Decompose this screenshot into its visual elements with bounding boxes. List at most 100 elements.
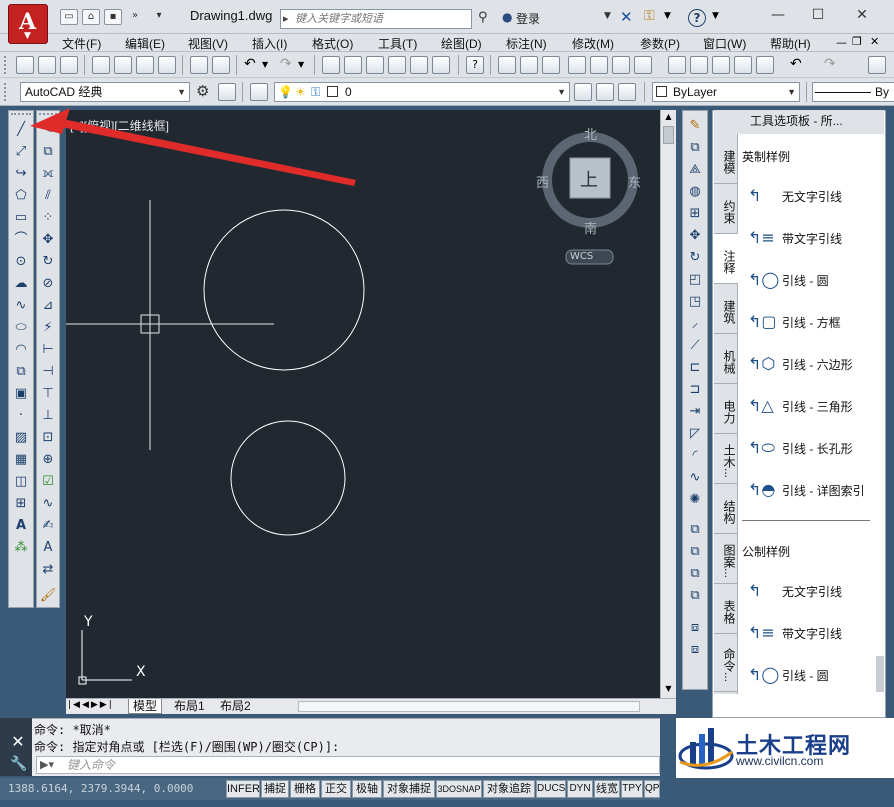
tab-layout2[interactable]: 布局2 xyxy=(216,699,255,714)
palette-item[interactable]: 带文字引线 xyxy=(782,230,842,247)
watermark-logo-icon xyxy=(678,728,734,770)
tab-navigation-arrows[interactable]: |◀◀▶▶| xyxy=(68,700,114,710)
explode-icon[interactable]: ✺ xyxy=(686,491,704,509)
palette-tab-structural[interactable]: 结构 xyxy=(714,484,738,534)
coordinate-readout[interactable]: 1388.6164, 2379.3944, 0.0000 xyxy=(8,782,193,795)
palette-item[interactable]: 引线 - 长孔形 xyxy=(782,440,853,457)
tab-model[interactable]: 模型 xyxy=(128,699,163,714)
offset-icon[interactable]: ◍ xyxy=(686,183,704,201)
arrow-shaft xyxy=(56,118,356,186)
right-toolbar: ✎ ⧉ ⟁ ◍ ⊞ ✥ ↻ ◰ ◳ ⸝ ⟋ ⊏ ⊐ ⇥ ◸ ◜ ∿ ✺ ⧉ ⧉ … xyxy=(682,110,708,690)
palette-tab-tables[interactable]: 表格 xyxy=(714,584,738,634)
leader-hexagon-icon: ↰⬡ xyxy=(748,354,776,373)
palette-section-header: 英制样例 xyxy=(742,150,791,164)
stretch-icon[interactable]: ◳ xyxy=(686,293,704,311)
extend-icon[interactable]: ⟋ xyxy=(686,337,704,355)
palette-tab-hatches[interactable]: 图案... xyxy=(714,534,738,584)
status-infer[interactable]: INFER xyxy=(226,780,260,798)
status-3dosnap[interactable]: 3DOSNAP xyxy=(436,780,482,798)
palette-item[interactable]: 引线 - 详图索引 xyxy=(782,482,865,499)
status-ducs[interactable]: DUCS xyxy=(536,780,566,798)
close-icon[interactable]: ✕ xyxy=(10,734,26,750)
status-lineweight[interactable]: 线宽 xyxy=(594,780,620,798)
leader-icon: ↰ xyxy=(748,186,762,205)
palette-item[interactable]: 无文字引线 xyxy=(782,188,842,205)
leader-text-icon: ↰≡ xyxy=(748,623,775,642)
status-ortho[interactable]: 正交 xyxy=(321,780,351,798)
mirror-icon[interactable]: ⟁ xyxy=(686,161,704,179)
arrow-head xyxy=(30,108,70,134)
break-icon[interactable]: ⊐ xyxy=(686,381,704,399)
palette-tab-commands[interactable]: 命令... xyxy=(714,634,738,692)
rotate-icon[interactable]: ↻ xyxy=(686,249,704,267)
tab-layout1[interactable]: 布局1 xyxy=(170,699,209,714)
blend-icon[interactable]: ∿ xyxy=(686,469,704,487)
leader-box-icon: ↰▢ xyxy=(748,312,777,331)
draworder-under-icon[interactable]: ⧉ xyxy=(686,587,704,605)
status-grid[interactable]: 栅格 xyxy=(290,780,320,798)
draworder-above-icon[interactable]: ⧉ xyxy=(686,565,704,583)
move-icon[interactable]: ✥ xyxy=(686,227,704,245)
layout-tabs-bar: |◀◀▶▶| 模型 布局1 布局2 xyxy=(66,698,676,714)
palette-item[interactable]: 引线 - 圆 xyxy=(782,272,829,289)
chamfer-icon[interactable]: ◸ xyxy=(686,425,704,443)
palette-tabs: 建模 约束 注释 建筑 机械 电力 土木... 结构 图案... 表格 命令..… xyxy=(714,134,738,694)
palette-tab-constraints[interactable]: 约束 xyxy=(714,184,738,234)
palette-item[interactable]: 引线 - 方框 xyxy=(782,314,841,331)
scale-icon[interactable]: ◰ xyxy=(686,271,704,289)
palette-item[interactable]: 引线 - 三角形 xyxy=(782,398,853,415)
status-snap[interactable]: 捕捉 xyxy=(261,780,289,798)
palette-tab-electrical[interactable]: 电力 xyxy=(714,384,738,434)
palette-tab-civil[interactable]: 土木... xyxy=(714,434,738,484)
palette-divider xyxy=(742,520,870,521)
leader-slot-icon: ↰⬭ xyxy=(748,438,776,457)
status-tpy[interactable]: TPY xyxy=(621,780,643,798)
wrench-icon[interactable]: 🔧 xyxy=(10,756,27,772)
palette-tab-annotation[interactable]: 注释 xyxy=(714,234,738,284)
vertical-scrollbar[interactable]: ▲ ▼ xyxy=(660,110,676,698)
palette-scroll-thumb[interactable] xyxy=(876,656,884,692)
leader-triangle-icon: ↰△ xyxy=(748,396,774,415)
tool-palette-title[interactable]: 工具选项板 - 所... xyxy=(714,110,884,134)
watermark-url: www.civilcn.com xyxy=(736,754,824,768)
scroll-thumb[interactable] xyxy=(663,126,674,144)
trim-icon[interactable]: ⸝ xyxy=(686,315,704,333)
join-icon[interactable]: ⇥ xyxy=(686,403,704,421)
command-history-line: 命令: 指定对角点或 [栏选(F)/圈围(WP)/圈交(CP)]: xyxy=(34,740,340,754)
palette-tab-architectural[interactable]: 建筑 xyxy=(714,284,738,334)
command-prompt-icon[interactable]: ▶▾ xyxy=(40,758,54,771)
palette-item[interactable]: 引线 - 六边形 xyxy=(782,356,853,373)
horizontal-scrollbar[interactable] xyxy=(298,701,640,712)
scroll-up-icon[interactable]: ▲ xyxy=(663,112,674,122)
brush-icon[interactable]: ✎ xyxy=(686,117,704,135)
dim-front-icon[interactable]: ⧈ xyxy=(686,641,704,659)
palette-tab-modeling[interactable]: 建模 xyxy=(714,134,738,184)
leader-circle-icon: ↰◯ xyxy=(748,665,780,684)
array-icon[interactable]: ⊞ xyxy=(686,205,704,223)
status-osnap[interactable]: 对象捕捉 xyxy=(383,780,435,798)
leader-icon: ↰ xyxy=(748,581,762,600)
palette-item[interactable]: 引线 - 圆 xyxy=(782,667,829,684)
status-otrack[interactable]: 对象追踪 xyxy=(483,780,535,798)
draworder-back-icon[interactable]: ⧉ xyxy=(686,543,704,561)
palette-section-header: 公制样例 xyxy=(742,545,791,559)
status-dyn[interactable]: DYN xyxy=(567,780,593,798)
caret-down-icon: ▼ xyxy=(24,31,31,41)
scroll-down-icon[interactable]: ▼ xyxy=(663,684,674,694)
command-history-line: 命令: *取消* xyxy=(34,723,111,737)
palette-item[interactable]: 带文字引线 xyxy=(782,625,842,642)
break-at-point-icon[interactable]: ⊏ xyxy=(686,359,704,377)
status-qp[interactable]: QP xyxy=(644,780,660,798)
leader-callout-icon: ↰◓ xyxy=(748,480,776,499)
text-front-icon[interactable]: ⧈ xyxy=(686,619,704,637)
leader-circle-icon: ↰◯ xyxy=(748,270,780,289)
draworder-front-icon[interactable]: ⧉ xyxy=(686,521,704,539)
status-polar[interactable]: 极轴 xyxy=(352,780,382,798)
copy-icon[interactable]: ⧉ xyxy=(686,139,704,157)
palette-tab-mechanical[interactable]: 机械 xyxy=(714,334,738,384)
fillet-icon[interactable]: ◜ xyxy=(686,447,704,465)
application-menu-button[interactable]: A ▼ xyxy=(8,4,48,44)
command-input[interactable]: 键入命令 xyxy=(36,756,660,774)
leader-text-icon: ↰≡ xyxy=(748,228,775,247)
palette-item[interactable]: 无文字引线 xyxy=(782,583,842,600)
